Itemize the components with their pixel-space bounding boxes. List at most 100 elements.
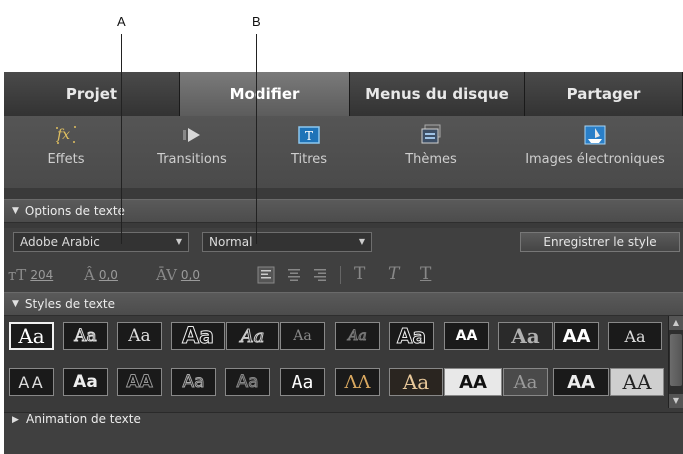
text-style-swatch[interactable]: Aa (226, 322, 279, 350)
leading-control[interactable]: Â 0,0 (84, 264, 118, 286)
themes-stack-icon (421, 124, 441, 144)
kerning-control[interactable]: ĀV 0,0 (156, 264, 200, 286)
collapse-triangle-icon: ▼ (12, 206, 19, 216)
callout-a-label: A (117, 14, 126, 29)
text-style-swatch[interactable]: AA (117, 368, 162, 396)
text-style-swatch[interactable]: Aa (63, 368, 108, 396)
swatch-sample: Aa (73, 372, 98, 392)
svg-text:fx: fx (56, 127, 70, 143)
font-size-control[interactable]: тT 204 (8, 264, 53, 286)
themes-label: Thèmes (405, 152, 457, 167)
text-style-swatch[interactable]: Aa (171, 368, 216, 396)
images-electroniques-label: Images électroniques (525, 152, 665, 167)
font-style-value: Normal (209, 235, 253, 249)
images-electroniques-button[interactable]: Images électroniques (512, 124, 678, 180)
swatch-sample: Aa (397, 324, 427, 349)
fx-icon: fx (56, 126, 76, 144)
callout-b-label: B (252, 14, 261, 29)
leading-value[interactable]: 0,0 (99, 268, 118, 282)
font-family-value: Adobe Arabic (20, 235, 100, 249)
kerning-icon: ĀV (156, 266, 177, 284)
options-de-texte-header[interactable]: ▼ Options de texte (4, 199, 683, 223)
titres-button[interactable]: T Titres (244, 124, 374, 180)
align-center-icon[interactable] (285, 266, 303, 284)
text-style-swatch[interactable]: Aa (608, 322, 662, 350)
swatch-sample: Aa (348, 328, 367, 345)
disc-images-icon (584, 125, 606, 145)
text-style-swatch[interactable]: Aa (117, 322, 162, 350)
text-style-swatch[interactable]: Aa (498, 322, 553, 350)
swatch-sample: AA (562, 325, 591, 347)
leading-icon: Â (84, 266, 95, 284)
text-style-swatch[interactable]: Aa (225, 368, 270, 396)
swatch-sample: AA (622, 370, 652, 394)
align-left-icon[interactable] (257, 266, 275, 284)
dropdown-arrow-icon: ▼ (175, 237, 182, 246)
callout-b-line (256, 34, 257, 244)
transition-arrow-icon (183, 128, 200, 142)
text-style-swatch[interactable]: Aa (389, 322, 434, 350)
text-style-swatch[interactable]: AA (444, 322, 489, 350)
tool-bar: fx Effets Transitions T Titres Thèmes Im… (4, 116, 683, 188)
scroll-up-icon[interactable]: ▲ (669, 316, 683, 330)
titres-label: Titres (290, 152, 328, 167)
text-style-swatch[interactable]: AA (553, 368, 609, 396)
tab-projet[interactable]: Projet (4, 72, 180, 116)
options-de-texte-title: Options de texte (24, 204, 125, 218)
themes-button[interactable]: Thèmes (366, 124, 496, 180)
scroll-thumb[interactable] (670, 334, 682, 386)
svg-text:T: T (305, 129, 313, 143)
swatch-sample: Aa (291, 371, 314, 393)
font-family-dropdown[interactable]: Adobe Arabic ▼ (13, 232, 189, 252)
scroll-down-icon[interactable]: ▼ (669, 394, 683, 408)
swatch-sample: Aa (18, 324, 45, 348)
swatch-sample: AA (18, 372, 45, 392)
styles-de-texte-title: Styles de texte (24, 297, 116, 311)
text-style-swatch[interactable]: Aa (389, 368, 443, 396)
text-style-swatch[interactable]: Aa (63, 322, 108, 350)
text-style-swatch[interactable]: Aa (171, 322, 225, 350)
underline-type-icon[interactable]: T (420, 264, 431, 284)
swatch-sample: AA (459, 371, 487, 393)
font-style-dropdown[interactable]: Normal ▼ (202, 232, 372, 252)
text-style-swatch[interactable]: AA (554, 322, 599, 350)
text-style-swatch[interactable]: Aa (9, 322, 54, 350)
text-style-swatch[interactable]: AA (444, 368, 502, 396)
text-style-swatch[interactable]: Aa (335, 322, 380, 350)
styles-scrollbar[interactable]: ▲ ▼ (668, 316, 683, 408)
tab-menus-du-disque[interactable]: Menus du disque (350, 72, 525, 116)
animation-de-texte-header[interactable]: ▶ Animation de texte (4, 412, 683, 454)
save-style-button[interactable]: Enregistrer le style (520, 232, 680, 252)
swatch-sample: Aa (128, 326, 151, 346)
swatch-sample: AA (126, 372, 153, 393)
toolbar-separator (340, 266, 341, 284)
text-format-row: тT 204 Â 0,0 ĀV 0,0 T T T (4, 256, 683, 292)
text-style-swatch[interactable]: ΛΛ (335, 368, 380, 396)
align-right-icon[interactable] (311, 266, 329, 284)
font-size-icon: тT (8, 266, 27, 284)
text-style-swatch[interactable]: Aa (280, 322, 325, 350)
styles-de-texte-header[interactable]: ▼ Styles de texte (4, 292, 683, 316)
effets-label: Effets (47, 152, 85, 167)
regular-type-icon[interactable]: T (354, 264, 365, 284)
text-style-swatch[interactable]: Aa (503, 368, 548, 396)
editor-panel: Projet Modifier Menus du disque Partager… (4, 72, 683, 454)
tab-modifier[interactable]: Modifier (180, 72, 350, 116)
expand-triangle-icon: ▶ (12, 415, 19, 425)
italic-type-icon[interactable]: T (388, 264, 399, 284)
animation-de-texte-title: Animation de texte (26, 412, 141, 426)
text-style-swatch[interactable]: Aa (280, 368, 325, 396)
font-size-value[interactable]: 204 (30, 268, 53, 282)
text-options-row: Adobe Arabic ▼ Normal ▼ Enregistrer le s… (4, 228, 683, 256)
text-style-swatch[interactable]: AA (9, 368, 54, 396)
transitions-button[interactable]: Transitions (127, 124, 257, 180)
swatch-sample: Aa (511, 324, 540, 348)
text-style-swatch[interactable]: AA (610, 368, 664, 396)
swatch-sample: Aa (293, 328, 312, 344)
collapse-triangle-icon: ▼ (12, 299, 19, 309)
effets-button[interactable]: fx Effets (4, 124, 131, 180)
kerning-value[interactable]: 0,0 (181, 268, 200, 282)
tab-partager[interactable]: Partager (525, 72, 683, 116)
tab-bar: Projet Modifier Menus du disque Partager (4, 72, 683, 116)
dropdown-arrow-icon: ▼ (358, 237, 365, 246)
